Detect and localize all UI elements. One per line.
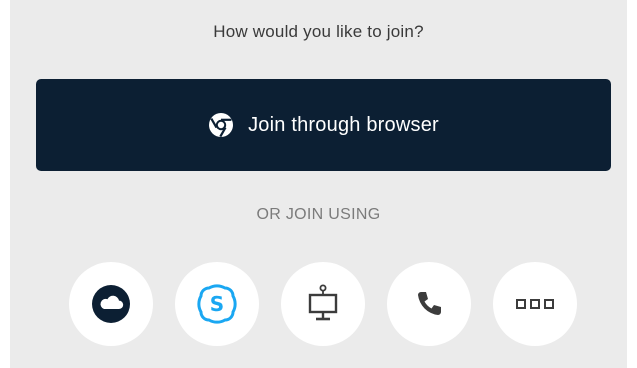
more-icon [516, 299, 554, 309]
join-phone-button[interactable] [387, 262, 471, 346]
phone-icon [418, 292, 441, 315]
svg-text:S: S [210, 292, 224, 316]
join-room-system-button[interactable] [281, 262, 365, 346]
join-skype-button[interactable]: S [175, 262, 259, 346]
skype-icon: S [197, 284, 237, 324]
join-panel: How would you like to join? Join through… [10, 0, 627, 368]
join-prompt: How would you like to join? [213, 22, 424, 41]
join-more-options-button[interactable] [493, 262, 577, 346]
or-join-using-label: OR JOIN USING [256, 206, 381, 223]
join-cloud-button[interactable] [69, 262, 153, 346]
join-options-row: S [69, 262, 577, 346]
join-through-browser-button[interactable]: Join through browser [36, 79, 611, 171]
room-system-icon [308, 284, 338, 321]
join-through-browser-label: Join through browser [248, 113, 439, 136]
cloud-icon [92, 285, 130, 323]
chrome-icon [208, 112, 234, 138]
